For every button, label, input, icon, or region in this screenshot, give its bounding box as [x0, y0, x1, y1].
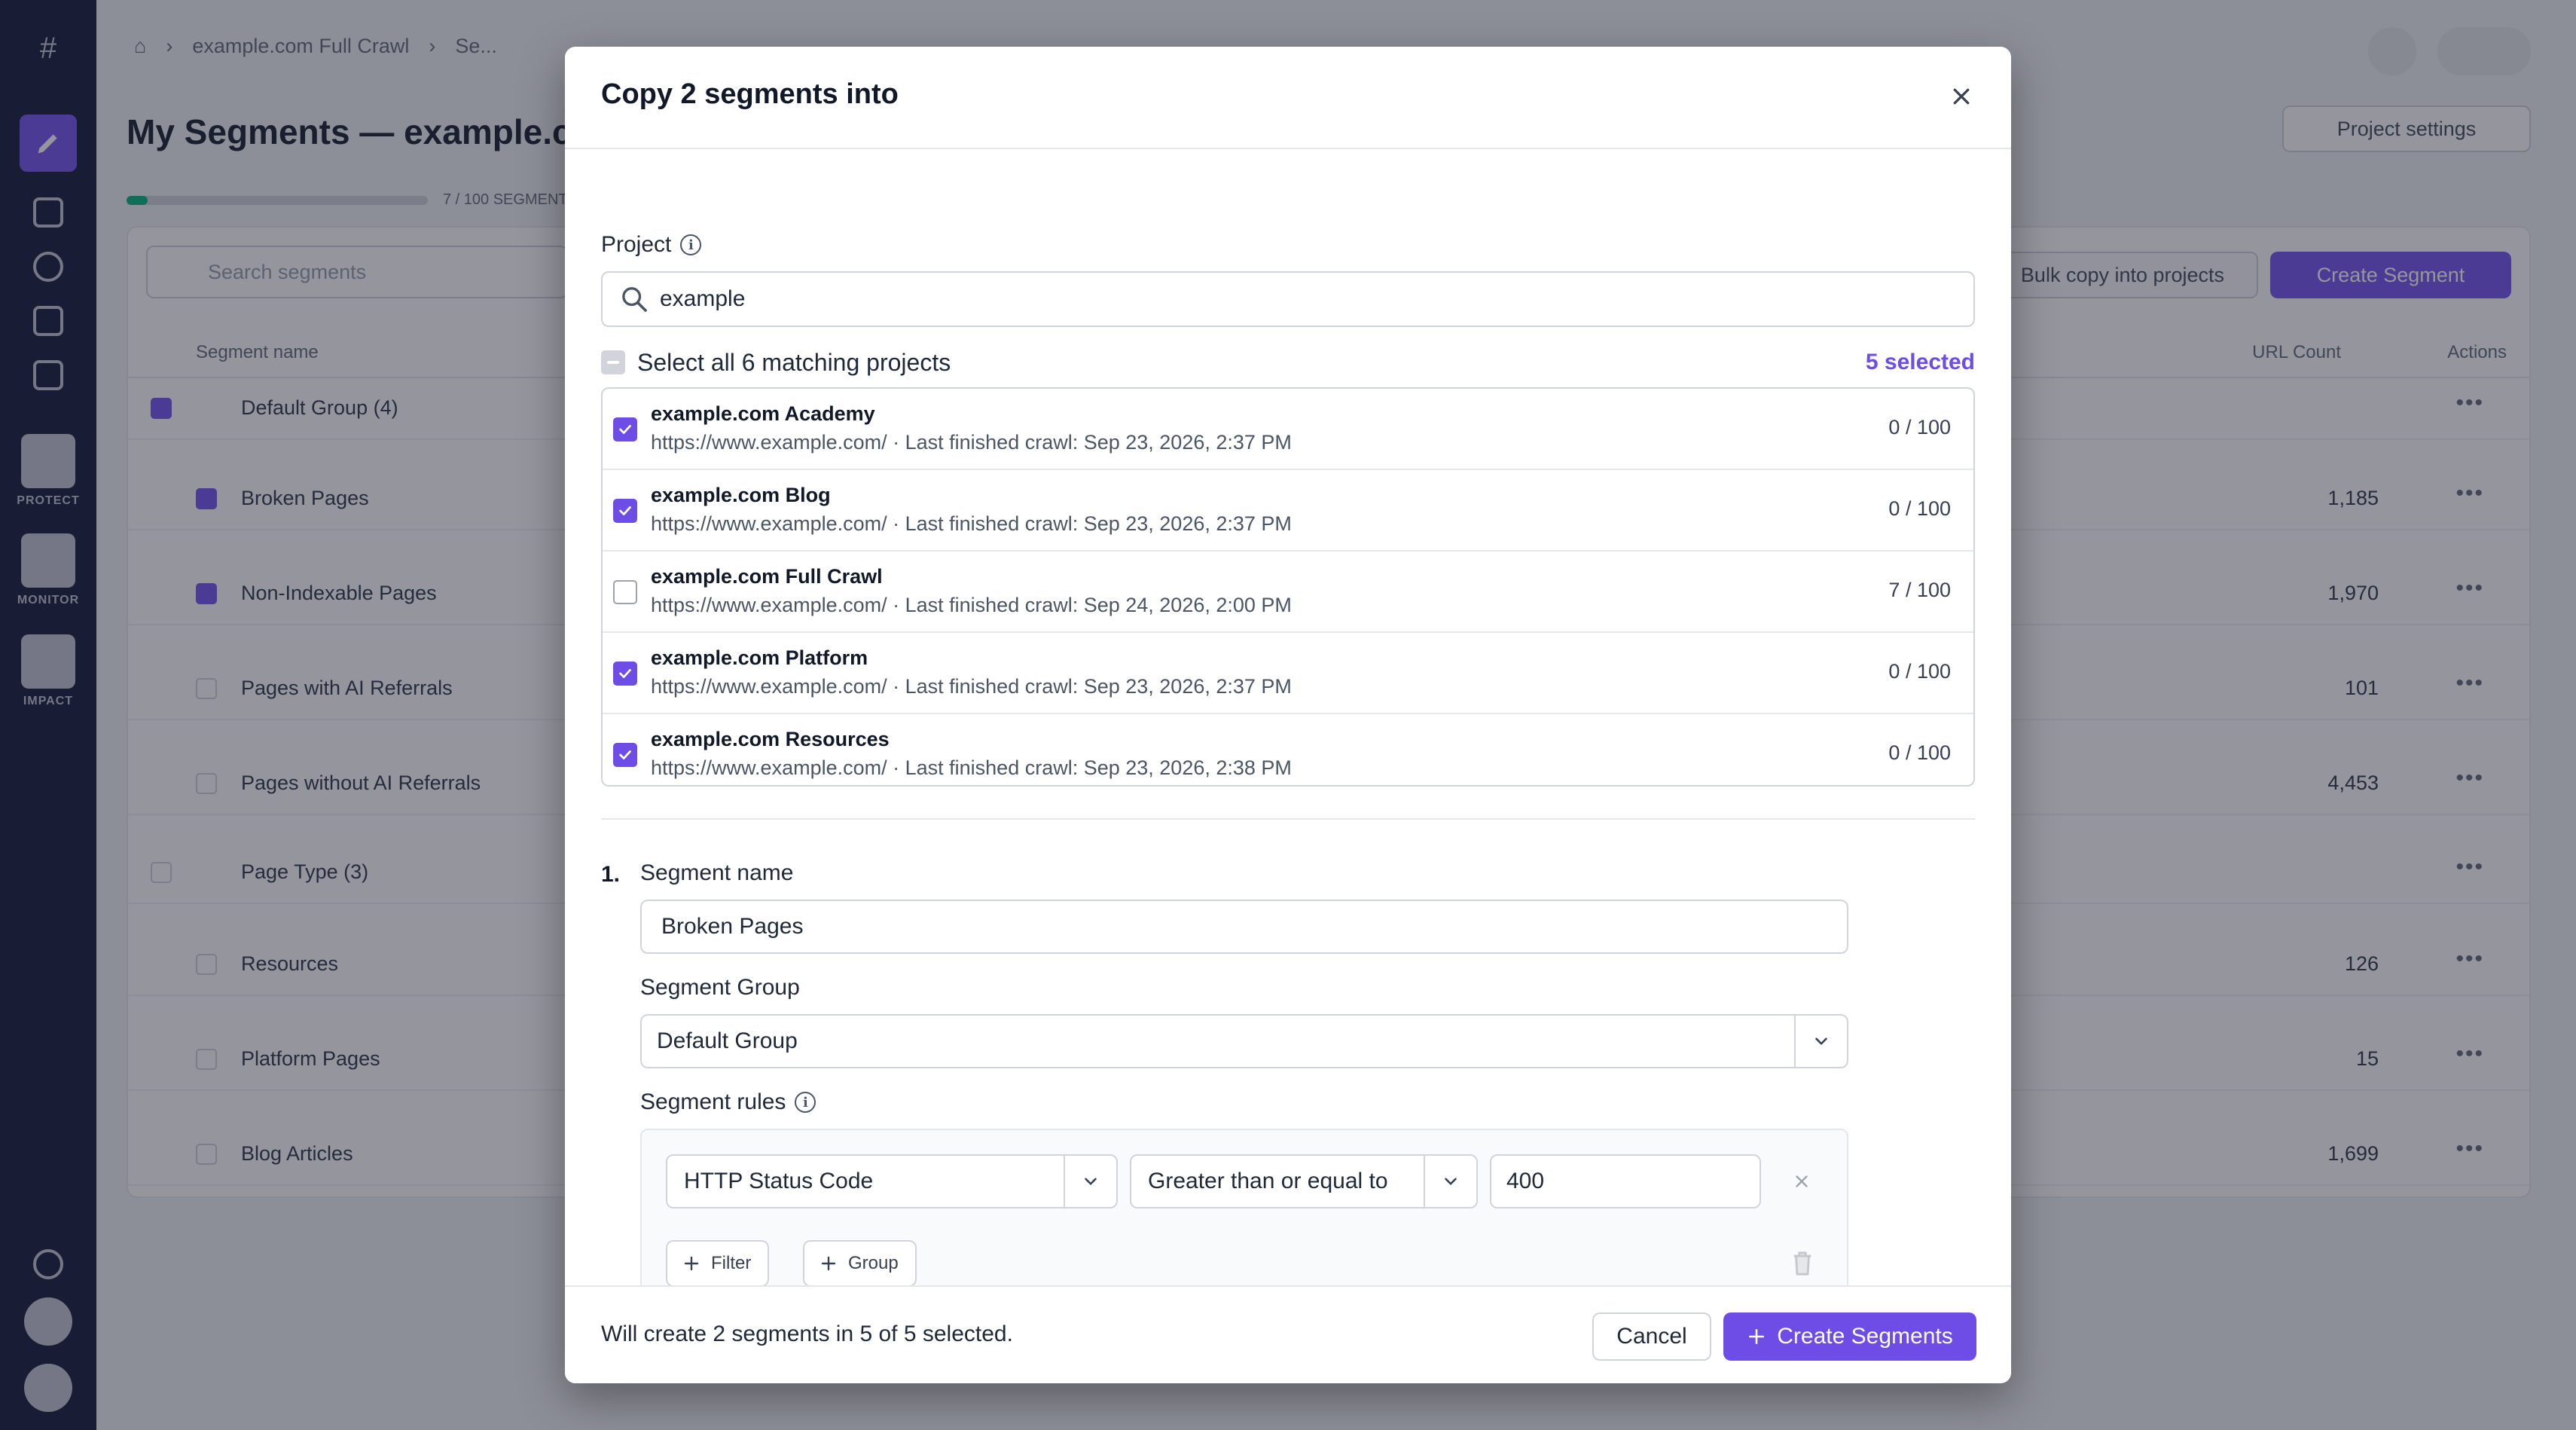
project-label-text: Project — [601, 232, 672, 257]
project-detail: https://www.example.com/ · Last finished… — [651, 594, 1292, 616]
plus-icon — [821, 1256, 836, 1271]
select-all-checkbox[interactable] — [601, 350, 625, 374]
remove-rule-button[interactable] — [1788, 1168, 1815, 1195]
project-quota: 0 / 100 — [1888, 416, 1951, 438]
segment-index: 1. — [601, 862, 621, 887]
project-checkbox[interactable] — [613, 743, 637, 767]
divider — [601, 818, 1975, 820]
project-quota: 7 / 100 — [1888, 579, 1951, 601]
project-field-label: Project i — [601, 232, 702, 258]
rule-operator-select[interactable]: Greater than or equal to — [1130, 1154, 1478, 1208]
segment-group-label-text: Segment Group — [640, 975, 800, 1000]
rule-field-value: HTTP Status Code — [684, 1169, 874, 1193]
project-detail: https://www.example.com/ · Last finished… — [651, 756, 1292, 779]
project-name: example.com Resources — [651, 728, 890, 750]
segment-group-label: Segment Group — [640, 975, 800, 1001]
segment-name-label-text: Segment name — [640, 860, 794, 885]
selected-count: 5 selected — [1865, 350, 1975, 374]
footer-summary: Will create 2 segments in 5 of 5 selecte… — [601, 1322, 1013, 1346]
project-detail: https://www.example.com/ · Last finished… — [651, 512, 1292, 535]
segment-name-label: Segment name — [640, 860, 793, 886]
project-name: example.com Platform — [651, 646, 868, 669]
segment-rules-label-text: Segment rules — [640, 1089, 786, 1114]
segment-rules-label: Segment rules i — [640, 1089, 816, 1115]
modal-title: Copy 2 segments into — [601, 78, 899, 110]
checkmark-icon — [619, 425, 631, 434]
rule-field-select[interactable]: HTTP Status Code — [666, 1154, 1118, 1208]
chevron-down-icon — [1445, 1178, 1457, 1185]
checkmark-icon — [619, 669, 631, 678]
modal-footer: Will create 2 segments in 5 of 5 selecte… — [565, 1285, 2011, 1383]
segment-group-value: Default Group — [657, 1028, 798, 1053]
create-segments-button[interactable]: Create Segments — [1723, 1312, 1976, 1361]
add-group-button[interactable]: Group — [803, 1240, 917, 1287]
project-quota: 0 / 100 — [1888, 741, 1951, 764]
project-row[interactable]: example.com Full Crawl https://www.exampl… — [603, 552, 1973, 633]
project-quota: 0 / 100 — [1888, 660, 1951, 683]
project-detail: https://www.example.com/ · Last finished… — [651, 675, 1292, 698]
project-name: example.com Full Crawl — [651, 565, 883, 588]
project-checkbox[interactable] — [613, 417, 637, 442]
close-icon — [1796, 1175, 1808, 1187]
rule-value-input[interactable] — [1490, 1154, 1761, 1208]
checkmark-icon — [619, 750, 631, 759]
close-icon — [1953, 88, 1970, 105]
modal-header: Copy 2 segments into — [565, 47, 2011, 149]
cancel-button[interactable]: Cancel — [1592, 1312, 1711, 1361]
project-search-field[interactable] — [601, 271, 1975, 327]
chevron-down-icon — [1815, 1037, 1827, 1045]
segment-group-dropdown[interactable] — [1794, 1016, 1847, 1067]
project-checkbox[interactable] — [613, 580, 637, 604]
add-group-label: Group — [848, 1253, 899, 1273]
select-all-label[interactable]: Select all 6 matching projects — [637, 349, 951, 377]
cancel-label: Cancel — [1616, 1324, 1687, 1349]
project-row[interactable]: example.com Blog https://www.example.com/… — [603, 470, 1973, 552]
project-row[interactable]: example.com Resources https://www.example… — [603, 714, 1973, 785]
project-name: example.com Blog — [651, 484, 831, 506]
project-quota: 0 / 100 — [1888, 497, 1951, 520]
plus-icon — [1749, 1329, 1765, 1344]
select-all-row: Select all 6 matching projects 5 selecte… — [601, 342, 1975, 383]
segment-group-select[interactable]: Default Group — [640, 1014, 1848, 1068]
rule-field-dropdown[interactable] — [1064, 1156, 1116, 1207]
add-filter-button[interactable]: Filter — [666, 1240, 770, 1287]
info-icon[interactable]: i — [795, 1092, 816, 1113]
project-checkbox[interactable] — [613, 499, 637, 523]
chevron-down-icon — [1085, 1178, 1097, 1185]
create-segments-label: Create Segments — [1777, 1324, 1953, 1349]
search-icon — [622, 287, 647, 312]
segment-name-input[interactable] — [640, 900, 1848, 954]
close-button[interactable] — [1943, 78, 1979, 115]
project-search-input[interactable] — [660, 286, 1865, 312]
copy-segments-modal: Copy 2 segments into Project i Select al… — [565, 47, 2011, 1383]
project-name: example.com Academy — [651, 402, 875, 425]
project-detail: https://www.example.com/ · Last finished… — [651, 431, 1292, 454]
project-checkbox[interactable] — [613, 662, 637, 686]
add-filter-label: Filter — [711, 1253, 752, 1273]
trash-icon[interactable] — [1791, 1251, 1814, 1276]
plus-icon — [684, 1256, 699, 1271]
project-row[interactable]: example.com Academy https://www.example.c… — [603, 389, 1973, 470]
info-icon[interactable]: i — [680, 234, 702, 255]
project-list: example.com Academy https://www.example.c… — [601, 387, 1975, 787]
rule-operator-value: Greater than or equal to — [1148, 1169, 1388, 1193]
project-row[interactable]: example.com Platform https://www.example.… — [603, 633, 1973, 714]
rule-operator-dropdown[interactable] — [1424, 1156, 1476, 1207]
checkmark-icon — [619, 506, 631, 515]
